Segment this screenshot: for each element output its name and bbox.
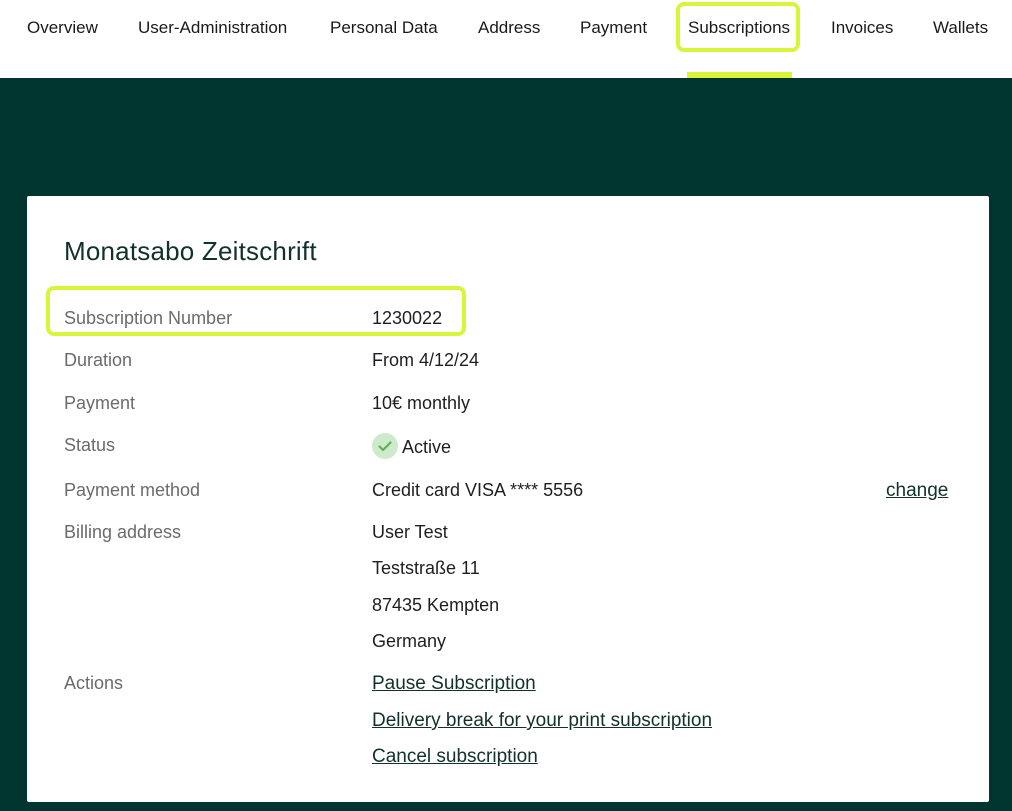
delivery-break-link[interactable]: Delivery break for your print subscripti…: [372, 710, 712, 732]
status-label: Status: [64, 435, 116, 455]
billing-address-line: User Test: [372, 522, 448, 542]
tab-personal-data[interactable]: Personal Data: [330, 0, 438, 56]
actions-label: Actions: [64, 673, 124, 693]
status-value: Active: [402, 437, 452, 457]
tab-payment[interactable]: Payment: [580, 0, 647, 56]
check-icon: [372, 433, 398, 459]
duration-value: From 4/12/24: [372, 350, 480, 370]
cancel-subscription-link[interactable]: Cancel subscription: [372, 746, 538, 768]
tab-wallets[interactable]: Wallets: [933, 0, 988, 56]
tab-overview[interactable]: Overview: [27, 0, 98, 56]
payment-label: Payment: [64, 393, 136, 413]
billing-address-line: Teststraße 11: [372, 558, 480, 578]
change-payment-method-link[interactable]: change: [886, 480, 948, 502]
payment-method-value: Credit card VISA **** 5556: [372, 480, 584, 500]
subscription-number-value: 1230022: [372, 308, 443, 328]
payment-value: 10€ monthly: [372, 393, 471, 413]
billing-address-label: Billing address: [64, 522, 182, 542]
tab-address[interactable]: Address: [478, 0, 540, 56]
tab-invoices[interactable]: Invoices: [831, 0, 893, 56]
subscription-card: Monatsabo Zeitschrift Subscription Numbe…: [27, 196, 989, 802]
tab-subscriptions[interactable]: Subscriptions: [688, 0, 790, 56]
duration-label: Duration: [64, 350, 133, 370]
pause-subscription-link[interactable]: Pause Subscription: [372, 673, 536, 695]
top-nav: Overview User-Administration Personal Da…: [0, 0, 1012, 78]
billing-address-line: 87435 Kempten: [372, 595, 500, 615]
payment-method-label: Payment method: [64, 480, 201, 500]
subscription-title: Monatsabo Zeitschrift: [64, 236, 317, 266]
subscription-number-label: Subscription Number: [64, 308, 233, 328]
billing-address-line: Germany: [372, 631, 447, 651]
tab-user-administration[interactable]: User-Administration: [138, 0, 287, 56]
